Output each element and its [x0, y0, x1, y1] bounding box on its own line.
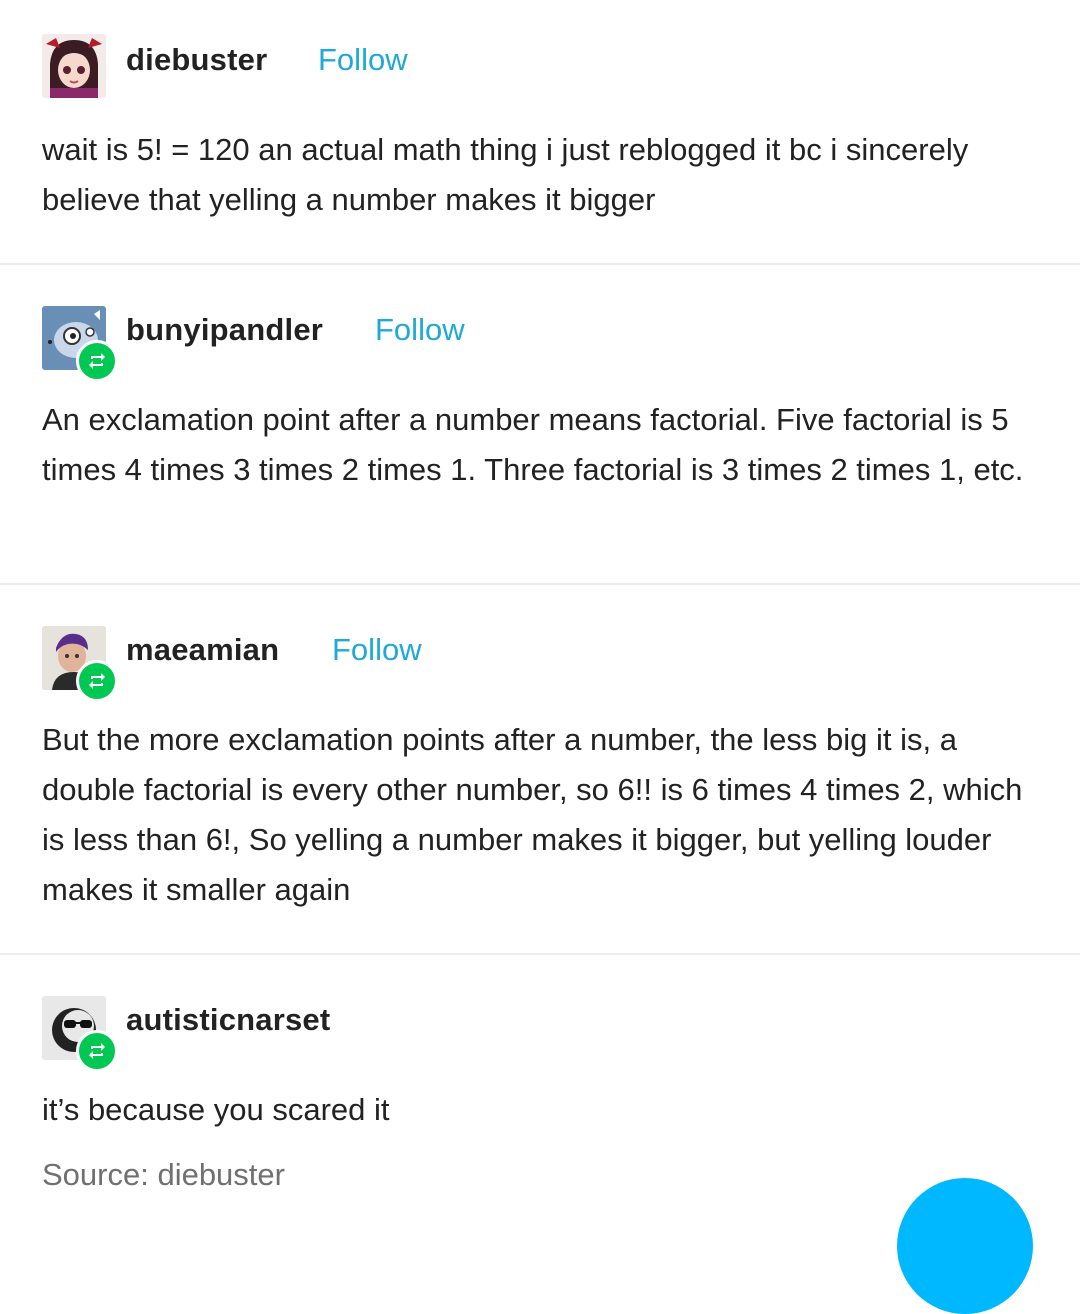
post-username[interactable]: diebuster — [126, 42, 267, 78]
post-username[interactable]: bunyipandler — [126, 312, 323, 348]
reblog-icon — [76, 1030, 118, 1072]
reblog-icon — [76, 660, 118, 702]
post-username[interactable]: maeamian — [126, 632, 279, 668]
follow-button[interactable]: Follow — [332, 632, 422, 668]
post-divider — [0, 953, 1080, 955]
anime-girl-avatar-icon[interactable] — [42, 34, 106, 98]
reblog-icon — [76, 340, 118, 382]
follow-button[interactable]: Follow — [375, 312, 465, 348]
source-link[interactable]: Source: diebuster — [42, 1157, 285, 1193]
floating-action-button[interactable] — [897, 1178, 1033, 1314]
post-body-text: it’s because you scared it — [42, 1092, 390, 1127]
post-body-text: But the more exclamation points after a … — [42, 722, 1023, 907]
post-username[interactable]: autisticnarset — [126, 1002, 330, 1038]
post-body-text: wait is 5! = 120 an actual math thing i … — [42, 132, 969, 217]
post-divider — [0, 263, 1080, 265]
post-body-text: An exclamation point after a number mean… — [42, 402, 1024, 487]
post-divider — [0, 583, 1080, 585]
follow-button[interactable]: Follow — [318, 42, 408, 78]
